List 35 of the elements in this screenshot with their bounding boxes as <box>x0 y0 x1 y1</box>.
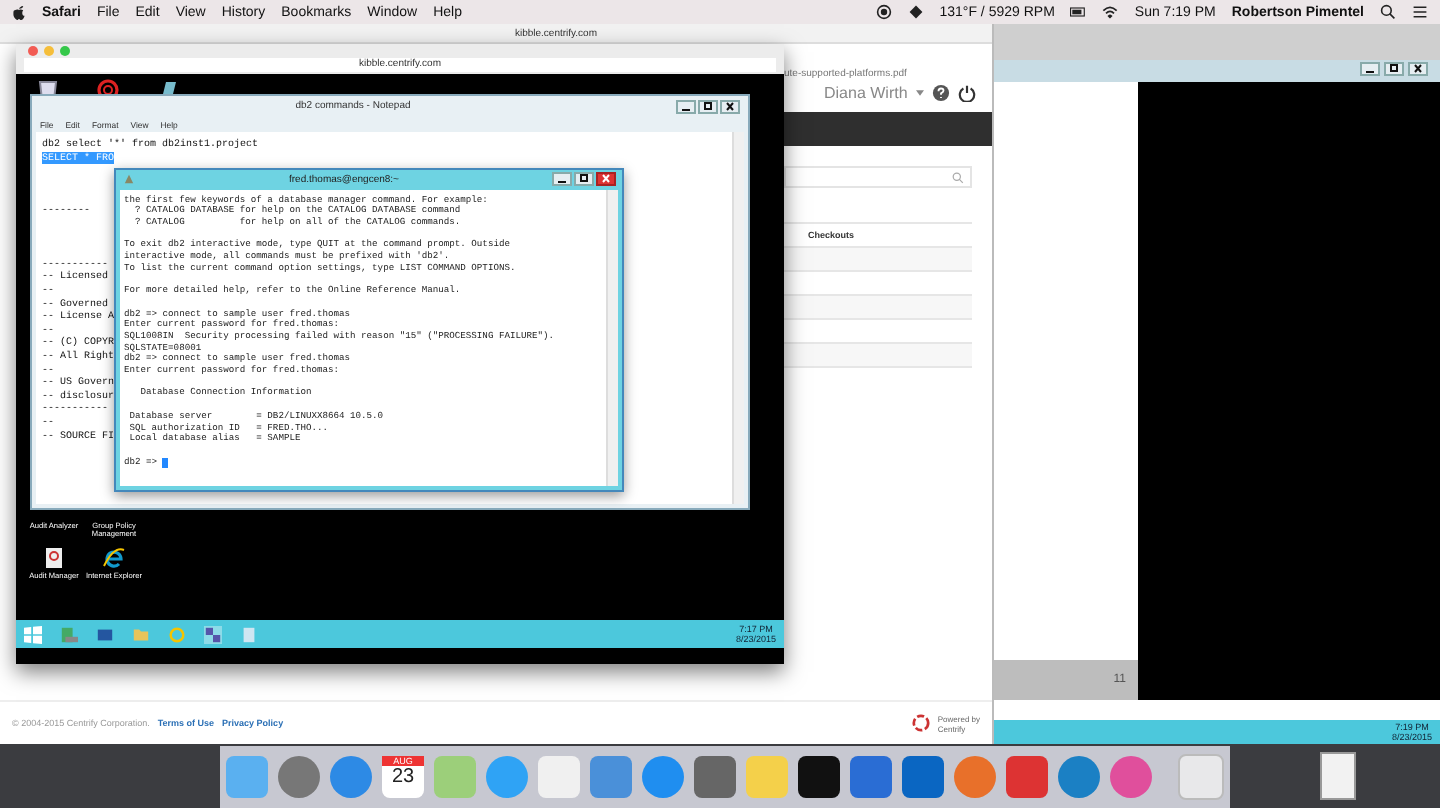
minimize-button[interactable] <box>1360 62 1380 76</box>
apple-icon[interactable] <box>12 3 26 21</box>
close-button[interactable] <box>596 172 616 187</box>
windows-logo-icon[interactable] <box>24 625 42 643</box>
search-field[interactable] <box>784 166 972 188</box>
maximize-button[interactable] <box>1384 62 1404 76</box>
list-icon[interactable] <box>1412 4 1428 20</box>
scrollbar[interactable] <box>732 132 744 504</box>
maximize-button[interactable] <box>574 172 594 187</box>
scrollbar[interactable] <box>606 189 618 486</box>
record-icon[interactable] <box>875 4 892 20</box>
maximize-button[interactable] <box>698 99 718 113</box>
list-row[interactable] <box>784 296 972 320</box>
browser-icon[interactable] <box>102 546 126 571</box>
close-button[interactable] <box>720 99 740 113</box>
battery-icon[interactable] <box>1070 4 1087 20</box>
document-icon[interactable] <box>42 546 66 571</box>
minimize-button[interactable] <box>552 172 572 187</box>
search-icon <box>952 171 964 183</box>
search-icon[interactable] <box>1380 4 1396 20</box>
notepad-icon[interactable] <box>240 625 258 643</box>
caret-icon[interactable] <box>915 90 924 96</box>
list-row[interactable] <box>784 344 972 368</box>
power-icon[interactable] <box>957 84 976 102</box>
help-icon[interactable] <box>931 84 950 102</box>
text-cursor <box>161 457 168 468</box>
zoom-button[interactable] <box>60 46 70 56</box>
close-button[interactable] <box>1408 62 1428 76</box>
wifi-icon[interactable] <box>1102 4 1119 20</box>
user-menu[interactable]: Diana Wirth <box>824 84 908 102</box>
list-row[interactable] <box>784 248 972 272</box>
server-icon[interactable] <box>60 625 78 643</box>
logo-icon <box>911 714 930 732</box>
minimize-button[interactable] <box>676 99 696 113</box>
box-icon[interactable] <box>907 4 924 20</box>
